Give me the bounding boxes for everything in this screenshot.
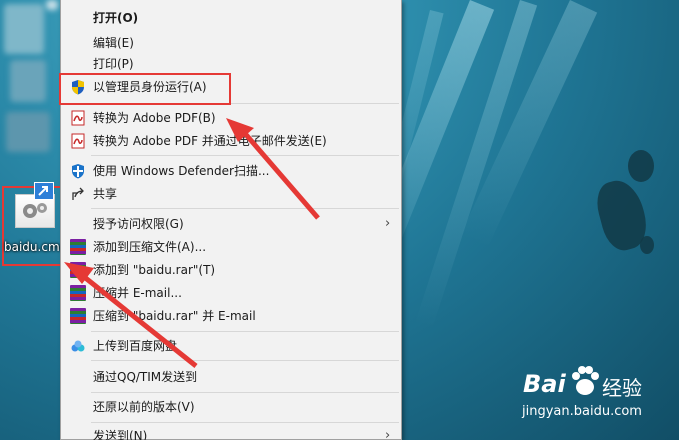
menu-item-label: 授予访问权限(G) (93, 217, 184, 231)
watermark-brand-a: Bai (523, 370, 566, 398)
adobe-pdf-icon (71, 110, 85, 126)
desktop-file-label: baidu.cmd (4, 240, 68, 254)
baidu-paw-icon (572, 366, 599, 395)
menu-item-label: 添加到压缩文件(A)... (93, 240, 207, 254)
swimmer-silhouette (628, 150, 654, 182)
menu-separator (91, 331, 399, 332)
menu-item-label: 通过QQ/TIM发送到 (93, 370, 198, 384)
menu-item-label: 压缩并 E-mail... (93, 286, 182, 300)
menu-item-label: 编辑(E) (93, 36, 134, 50)
blurred-desktop-icon (46, 0, 58, 10)
blurred-desktop-icon (10, 60, 46, 102)
desktop-background: baidu.cmd 打开(O) 编辑(E) 打印(P) 以管理员身份运行(A) (0, 0, 679, 440)
shortcut-arrow-icon (34, 182, 54, 200)
menu-item-defender-scan[interactable]: 使用 Windows Defender扫描... (61, 160, 401, 182)
menu-item-add-to-rar[interactable]: 添加到 "baidu.rar"(T) (61, 259, 401, 281)
menu-item-convert-pdf[interactable]: 转换为 Adobe PDF(B) (61, 107, 401, 129)
menu-item-send-to[interactable]: 发送到(N) › (61, 425, 401, 440)
menu-separator (91, 208, 399, 209)
menu-item-print[interactable]: 打印(P) (61, 53, 401, 75)
windows-defender-icon (72, 164, 84, 179)
menu-item-label: 转换为 Adobe PDF(B) (93, 111, 216, 125)
menu-item-convert-pdf-email[interactable]: 转换为 Adobe PDF 并通过电子邮件发送(E) (61, 130, 401, 152)
menu-item-share[interactable]: 共享 (61, 183, 401, 205)
submenu-chevron-icon: › (385, 216, 391, 231)
watermark-url: jingyan.baidu.com (522, 404, 642, 419)
swimmer-silhouette (640, 236, 654, 254)
menu-item-compress-email[interactable]: 压缩并 E-mail... (61, 282, 401, 304)
menu-item-label: 使用 Windows Defender扫描... (93, 164, 270, 178)
menu-item-upload-baidu[interactable]: 上传到百度网盘 (61, 335, 401, 357)
menu-item-label: 转换为 Adobe PDF 并通过电子邮件发送(E) (93, 134, 327, 148)
menu-item-give-access[interactable]: 授予访问权限(G) › (61, 213, 401, 235)
menu-item-edit[interactable]: 编辑(E) (61, 32, 401, 54)
menu-item-compress-rar-email[interactable]: 压缩到 "baidu.rar" 并 E-mail (61, 305, 401, 327)
blurred-desktop-icon (6, 112, 50, 152)
menu-item-label: 共享 (93, 187, 118, 201)
winrar-icon (70, 239, 86, 255)
winrar-icon (70, 262, 86, 278)
menu-item-label: 压缩到 "baidu.rar" 并 E-mail (93, 309, 256, 323)
watermark-brand-b: 经验 (602, 376, 642, 400)
menu-separator (91, 155, 399, 156)
menu-item-label: 打印(P) (93, 57, 134, 71)
share-icon (72, 187, 84, 200)
menu-item-label: 发送到(N) (93, 429, 148, 440)
winrar-icon (70, 308, 86, 324)
desktop-file-item[interactable]: baidu.cmd (2, 182, 68, 266)
annotation-highlight-box (59, 73, 231, 105)
menu-item-label: 打开(O) (93, 11, 139, 25)
menu-item-label: 添加到 "baidu.rar"(T) (93, 263, 216, 277)
menu-item-add-to-archive[interactable]: 添加到压缩文件(A)... (61, 236, 401, 258)
blurred-desktop-icon (4, 4, 44, 54)
menu-separator (91, 392, 399, 393)
menu-item-label: 上传到百度网盘 (93, 339, 178, 353)
baidu-netdisk-icon (71, 340, 85, 352)
context-menu: 打开(O) 编辑(E) 打印(P) 以管理员身份运行(A) 转换为 Adobe … (60, 0, 402, 440)
winrar-icon (70, 285, 86, 301)
menu-item-restore-versions[interactable]: 还原以前的版本(V) (61, 396, 401, 418)
adobe-pdf-email-icon (71, 133, 85, 149)
menu-separator (91, 360, 399, 361)
menu-item-send-via-qq[interactable]: 通过QQ/TIM发送到 (61, 366, 401, 388)
menu-item-label: 还原以前的版本(V) (93, 400, 195, 414)
menu-item-open[interactable]: 打开(O) (61, 7, 401, 29)
menu-separator (91, 422, 399, 423)
submenu-chevron-icon: › (385, 428, 391, 440)
